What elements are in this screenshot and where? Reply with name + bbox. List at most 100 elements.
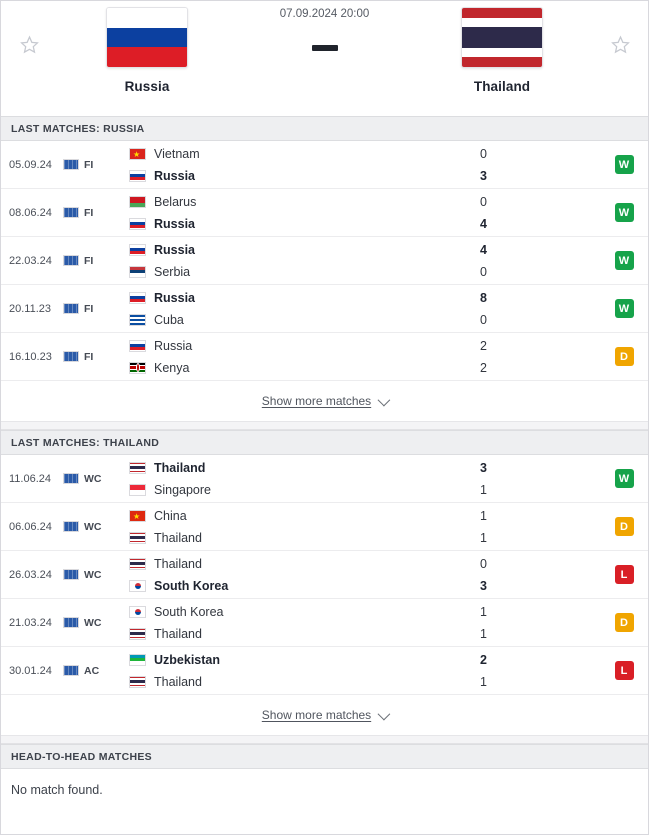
competition-code: FI [84,254,94,267]
match-teams: Uzbekistan Thailand [117,647,480,694]
match-scores: 22 [480,333,600,380]
table-row[interactable]: 26.03.24 WC Thailand South Korea 0 3 L [1,551,648,599]
table-row[interactable]: 30.01.24 AC Uzbekistan Thailand 2 1 L [1,647,648,695]
status-badge: D [614,613,634,632]
table-row[interactable]: 05.09.24 FI ★ Vietnam Russia 0 3 W [1,141,648,189]
away-team-block[interactable]: Thailand [412,1,592,94]
match-date: 16.10.23 [9,350,52,363]
match-team-line: ★ Vietnam [129,146,480,162]
match-team-name: Kenya [154,360,190,375]
match-competition: FI [63,333,117,380]
match-score: 4 [480,216,487,231]
match-team-name: Thailand [154,674,202,689]
match-teams: Thailand Singapore [117,455,480,502]
match-scores: 11 [480,503,600,550]
match-score: 2 [480,338,487,353]
match-competition: WC [63,455,117,502]
match-team-name: Russia [154,338,193,353]
match-date: 05.09.24 [9,158,52,171]
match-team-line: Serbia [129,264,480,280]
status-badge: W [614,155,634,174]
table-row[interactable]: 11.06.24 WC Thailand Singapore 3 1 W [1,455,648,503]
match-score: 3 [480,168,487,183]
match-competition: WC [63,503,117,550]
status-badge: W [614,203,634,222]
home-team-block[interactable]: Russia [57,1,237,94]
match-team-name: South Korea [154,578,229,593]
competition-code: WC [84,616,102,629]
table-row[interactable]: 22.03.24 FI Russia Serbia 4 0 W [1,237,648,285]
home-team-flag-icon [106,7,188,68]
match-date: 22.03.24 [9,254,52,267]
match-team-name: Thailand [154,460,206,475]
match-teams: Russia Cuba [117,285,480,332]
match-competition: FI [63,189,117,236]
match-result: W [600,141,648,188]
section-divider-2 [1,736,648,744]
section-header-russia: LAST MATCHES: RUSSIA [1,116,648,141]
match-team-line: Belarus [129,194,480,210]
match-team-line: South Korea [129,578,480,594]
match-result: L [600,551,648,598]
match-teams: ★ Vietnam Russia [117,141,480,188]
match-score: 1 [480,530,487,545]
status-badge: L [614,661,634,680]
match-team-name: Singapore [154,482,211,497]
status-badge: L [614,565,634,584]
match-score: 0 [480,312,487,327]
match-score: 0 [480,146,487,161]
match-team-line: Russia [129,290,480,306]
match-score: 0 [480,264,487,279]
match-competition: WC [63,551,117,598]
match-score: 0 [480,194,487,209]
match-scores: 21 [480,647,600,694]
match-competition: AC [63,647,117,694]
match-team-name: Uzbekistan [154,652,220,667]
chevron-down-icon [377,707,391,720]
match-score: 4 [480,242,487,257]
competition-code: FI [84,206,94,219]
show-more-matches-russia[interactable]: Show more matches [1,381,648,422]
table-row[interactable]: 20.11.23 FI Russia Cuba 8 0 W [1,285,648,333]
match-date: 20.11.23 [9,302,52,315]
table-row[interactable]: 16.10.23 FI Russia Kenya 2 2 D [1,333,648,381]
favorite-star-right-icon[interactable] [592,1,648,54]
match-header: Russia 07.09.2024 20:00 Thailand [1,1,648,116]
section-divider-1 [1,422,648,430]
status-badge: D [614,517,634,536]
match-team-name: Belarus [154,194,197,209]
section-header-h2h: HEAD-TO-HEAD MATCHES [1,744,648,769]
match-score: 1 [480,508,487,523]
competition-code: WC [84,520,102,533]
match-result: D [600,599,648,646]
away-team-flag-icon [461,7,543,68]
table-row[interactable]: 08.06.24 FI Belarus Russia 0 4 W [1,189,648,237]
table-row[interactable]: 21.03.24 WC South Korea Thailand 1 1 D [1,599,648,647]
match-team-name: Russia [154,242,195,257]
match-result: L [600,647,648,694]
match-competition: FI [63,141,117,188]
match-date: 30.01.24 [9,664,52,677]
chevron-down-icon [377,393,391,406]
show-more-label-thailand: Show more matches [261,708,372,722]
match-team-line: South Korea [129,604,480,620]
show-more-matches-thailand[interactable]: Show more matches [1,695,648,736]
match-team-line: Russia [129,242,480,258]
status-badge: W [614,469,634,488]
favorite-star-left-icon[interactable] [1,1,57,54]
competition-code: FI [84,302,94,315]
match-scores: 11 [480,599,600,646]
match-team-name: Thailand [154,530,202,545]
table-row[interactable]: 06.06.24 WC ★ China Thailand 1 1 D [1,503,648,551]
status-badge: W [614,251,634,270]
match-team-line: Uzbekistan [129,652,480,668]
match-team-line: Singapore [129,482,480,498]
match-team-name: Cuba [154,312,184,327]
match-score: 3 [480,460,487,475]
match-date: 11.06.24 [9,472,52,485]
match-score: 1 [480,482,487,497]
match-list-russia: 05.09.24 FI ★ Vietnam Russia 0 3 W 08.06.24 FI Bel… [1,141,648,381]
home-team-name: Russia [124,79,170,94]
match-team-name: Russia [154,290,195,305]
match-team-line: Thailand [129,626,480,642]
